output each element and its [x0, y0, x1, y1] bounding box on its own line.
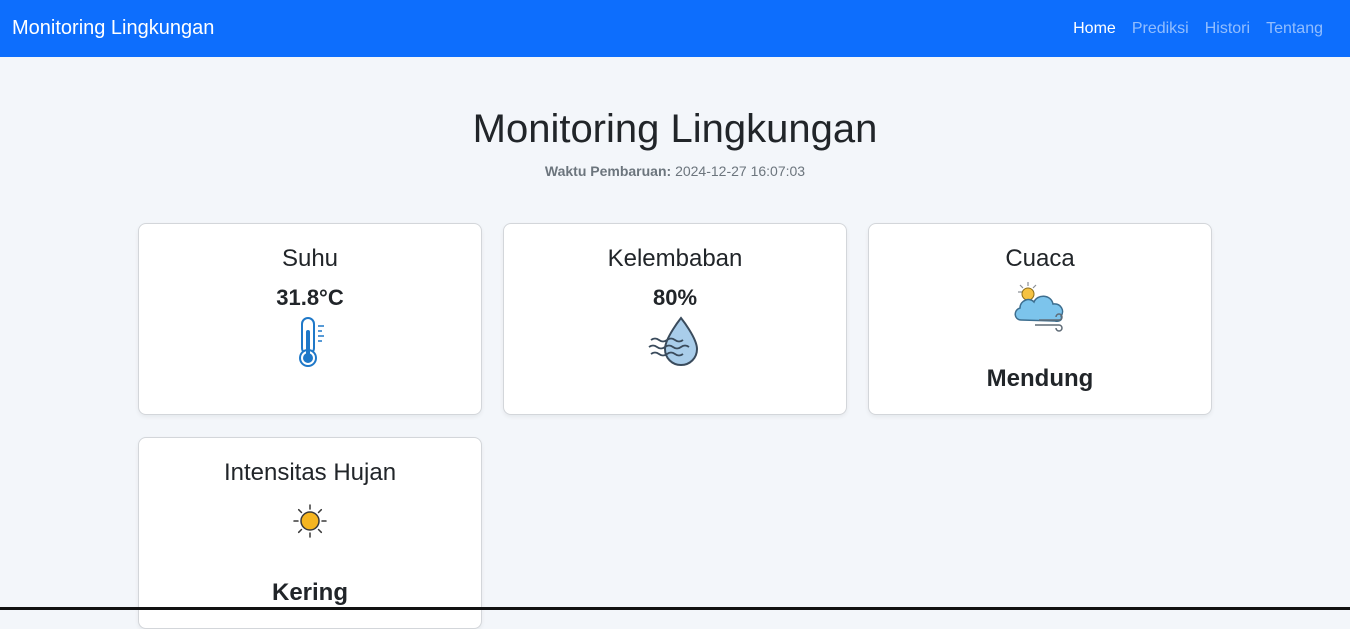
update-time: 2024-12-27 16:07:03 — [675, 163, 806, 179]
page-title: Monitoring Lingkungan — [472, 107, 878, 151]
nav-link-histori[interactable]: Histori — [1197, 20, 1258, 38]
card-kelembaban: Kelembaban 80% — [503, 223, 847, 415]
update-info: Waktu Pembaruan: 2024-12-27 16:07:03 — [0, 163, 1350, 179]
nav-link-prediksi[interactable]: Prediksi — [1124, 20, 1197, 38]
navbar: Monitoring Lingkungan Home Prediksi Hist… — [0, 0, 1350, 57]
nav-links: Home Prediksi Histori Tentang — [1065, 20, 1331, 38]
card-status-cuaca: Mendung — [986, 365, 1094, 392]
sun-icon — [293, 504, 327, 538]
cloudy-windy-icon — [1014, 282, 1064, 332]
card-value-suhu: 31.8°C — [276, 285, 344, 310]
nav-link-tentang[interactable]: Tentang — [1258, 20, 1331, 38]
update-label: Waktu Pembaruan: — [544, 163, 672, 179]
nav-link-home[interactable]: Home — [1065, 20, 1124, 38]
card-status-hujan: Kering — [271, 579, 348, 606]
card-title-kelembaban: Kelembaban — [607, 245, 743, 272]
brand-link[interactable]: Monitoring Lingkungan — [12, 17, 214, 40]
card-title-cuaca: Cuaca — [1005, 245, 1075, 272]
card-suhu: Suhu 31.8°C — [138, 223, 482, 415]
card-title-hujan: Intensitas Hujan — [223, 459, 397, 486]
card-cuaca: Cuaca Mendung — [868, 223, 1212, 415]
thermometer-icon — [299, 317, 324, 367]
card-value-kelembaban: 80% — [652, 285, 698, 310]
humidity-icon — [648, 316, 699, 367]
card-hujan: Intensitas Hujan Kering — [138, 437, 482, 629]
card-title-suhu: Suhu — [281, 245, 339, 272]
